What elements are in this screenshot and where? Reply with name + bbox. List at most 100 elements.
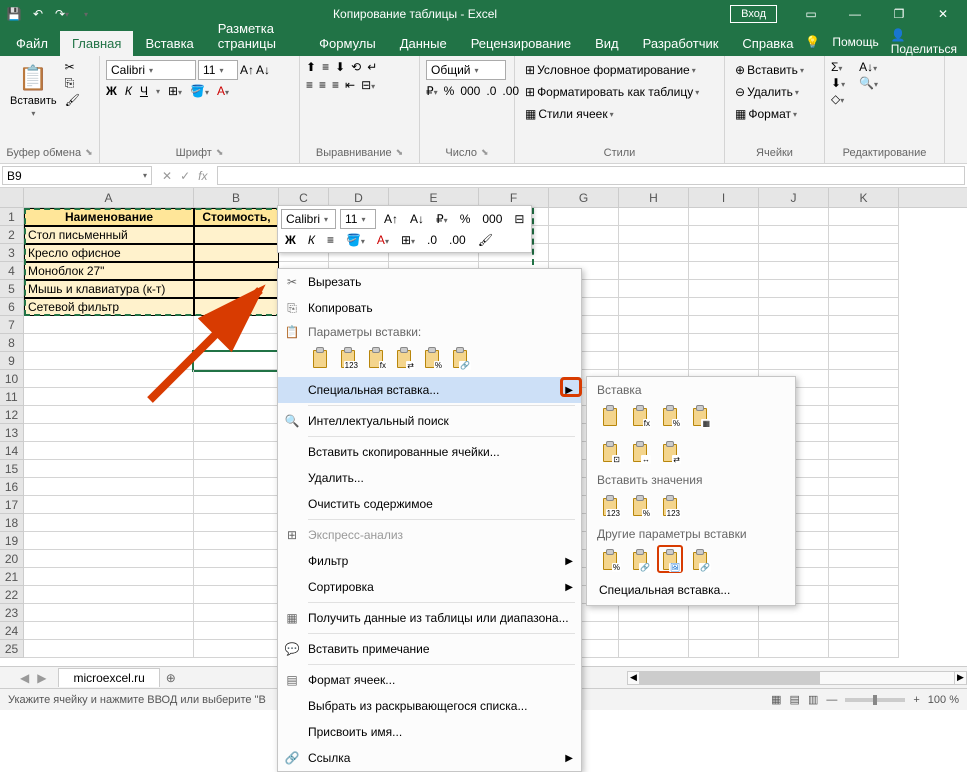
cell[interactable] bbox=[829, 622, 899, 640]
cell[interactable] bbox=[194, 442, 279, 460]
paste-formatting-icon[interactable]: % bbox=[420, 343, 444, 371]
tab-insert[interactable]: Вставка bbox=[133, 31, 205, 56]
cell[interactable]: Кресло офисное bbox=[24, 244, 194, 262]
minimize-icon[interactable]: — bbox=[835, 0, 875, 28]
cell[interactable] bbox=[194, 316, 279, 334]
cell[interactable] bbox=[829, 208, 899, 226]
tab-file[interactable]: Файл bbox=[4, 31, 60, 56]
cell[interactable] bbox=[194, 280, 279, 298]
align-left-icon[interactable]: ≡ bbox=[306, 78, 313, 92]
col-header[interactable]: J bbox=[759, 188, 829, 207]
cell[interactable]: Наименование bbox=[24, 208, 194, 226]
mini-shrink-font-icon[interactable]: A↓ bbox=[406, 210, 428, 228]
view-normal-icon[interactable]: ▦ bbox=[771, 693, 781, 706]
paste-values-icon[interactable]: 123 bbox=[336, 343, 360, 371]
cell[interactable] bbox=[759, 244, 829, 262]
tell-me-icon[interactable]: 💡 bbox=[805, 35, 820, 49]
indent-dec-icon[interactable]: ⇤ bbox=[345, 78, 355, 92]
cell[interactable] bbox=[24, 514, 194, 532]
find-icon[interactable]: 🔍▾ bbox=[859, 76, 878, 90]
redo-icon[interactable]: ↷▾ bbox=[54, 6, 70, 22]
cell[interactable] bbox=[24, 460, 194, 478]
align-right-icon[interactable]: ≡ bbox=[332, 78, 339, 92]
sub-paste-src-fmt-icon[interactable]: ▦ bbox=[687, 401, 713, 429]
border-icon[interactable]: ⊞▾ bbox=[168, 84, 182, 98]
cell[interactable] bbox=[619, 622, 689, 640]
sub-paste-transpose-icon[interactable]: ⇄ bbox=[657, 437, 683, 465]
mini-painter-icon[interactable]: 🖌 bbox=[474, 231, 497, 249]
cell[interactable] bbox=[194, 226, 279, 244]
cell[interactable] bbox=[759, 280, 829, 298]
sheet-nav-prev-icon[interactable]: ◀ bbox=[20, 671, 29, 685]
cell[interactable] bbox=[689, 280, 759, 298]
row-header[interactable]: 15 bbox=[0, 460, 24, 478]
align-top-icon[interactable]: ⬆ bbox=[306, 60, 316, 74]
cell[interactable] bbox=[619, 244, 689, 262]
paste-formulas-icon[interactable]: fx bbox=[364, 343, 388, 371]
view-page-icon[interactable]: ▤ bbox=[790, 693, 800, 706]
insert-cells-button[interactable]: ⊕ Вставить ▾ bbox=[731, 60, 808, 80]
italic-button[interactable]: К bbox=[125, 84, 132, 98]
number-launcher-icon[interactable]: ⬊ bbox=[481, 147, 489, 159]
cell[interactable] bbox=[24, 442, 194, 460]
cell[interactable]: Стол письменный bbox=[24, 226, 194, 244]
ctx-get-data[interactable]: ▦Получить данные из таблицы или диапазон… bbox=[278, 605, 581, 631]
ctx-paste-special[interactable]: Специальная вставка...▶ bbox=[278, 377, 581, 403]
align-bottom-icon[interactable]: ⬇ bbox=[335, 60, 345, 74]
row-header[interactable]: 18 bbox=[0, 514, 24, 532]
ctx-insert-copied[interactable]: Вставить скопированные ячейки... bbox=[278, 439, 581, 465]
sub-paste-all-icon[interactable] bbox=[597, 401, 623, 429]
cell[interactable] bbox=[194, 496, 279, 514]
cell[interactable] bbox=[194, 532, 279, 550]
font-size-combo[interactable]: 11▾ bbox=[198, 60, 238, 80]
fx-enter-icon[interactable]: ✓ bbox=[180, 169, 190, 183]
mini-merge-icon[interactable]: ⊟ bbox=[510, 210, 528, 228]
cell[interactable] bbox=[619, 262, 689, 280]
row-header[interactable]: 21 bbox=[0, 568, 24, 586]
align-middle-icon[interactable]: ≡ bbox=[322, 60, 329, 74]
shrink-font-icon[interactable]: A↓ bbox=[256, 63, 270, 77]
tab-view[interactable]: Вид bbox=[583, 31, 631, 56]
paste-link-icon[interactable]: 🔗 bbox=[448, 343, 472, 371]
row-header[interactable]: 14 bbox=[0, 442, 24, 460]
cell[interactable] bbox=[829, 406, 899, 424]
bold-button[interactable]: Ж bbox=[106, 84, 117, 98]
cell[interactable] bbox=[759, 622, 829, 640]
cell[interactable] bbox=[194, 244, 279, 262]
sheet-nav-next-icon[interactable]: ▶ bbox=[37, 671, 46, 685]
cell[interactable] bbox=[689, 298, 759, 316]
cell[interactable] bbox=[24, 604, 194, 622]
mini-border-icon[interactable]: ≡ bbox=[323, 231, 338, 249]
help-label[interactable]: Помощь bbox=[832, 35, 878, 49]
sub-paste-formulas-icon[interactable]: fx bbox=[627, 401, 653, 429]
cell[interactable] bbox=[759, 640, 829, 658]
tab-home[interactable]: Главная bbox=[60, 31, 133, 56]
cell[interactable] bbox=[829, 298, 899, 316]
font-launcher-icon[interactable]: ⬊ bbox=[216, 147, 224, 159]
ctx-format-cells[interactable]: ▤Формат ячеек... bbox=[278, 667, 581, 693]
row-header[interactable]: 4 bbox=[0, 262, 24, 280]
cell[interactable] bbox=[194, 640, 279, 658]
cell-styles-button[interactable]: ▦ Стили ячеек ▾ bbox=[521, 104, 618, 124]
orientation-icon[interactable]: ⟲ bbox=[351, 60, 361, 74]
fx-cancel-icon[interactable]: ✕ bbox=[162, 169, 172, 183]
cell[interactable] bbox=[829, 478, 899, 496]
mini-italic-button[interactable]: К bbox=[304, 231, 319, 249]
sub-special-dialog[interactable]: Специальная вставка... bbox=[591, 579, 791, 601]
cell[interactable] bbox=[759, 208, 829, 226]
mini-decdec-icon[interactable]: .00 bbox=[445, 231, 470, 249]
row-header[interactable]: 20 bbox=[0, 550, 24, 568]
cell[interactable] bbox=[24, 622, 194, 640]
percent-icon[interactable]: % bbox=[444, 84, 455, 98]
clipboard-launcher-icon[interactable]: ⬊ bbox=[85, 147, 93, 159]
cell[interactable] bbox=[24, 406, 194, 424]
tab-layout[interactable]: Разметка страницы bbox=[206, 16, 307, 56]
row-header[interactable]: 12 bbox=[0, 406, 24, 424]
row-header[interactable]: 11 bbox=[0, 388, 24, 406]
cell[interactable] bbox=[24, 352, 194, 370]
cell[interactable] bbox=[829, 514, 899, 532]
close-icon[interactable]: ✕ bbox=[923, 0, 963, 28]
mini-fill-icon[interactable]: 🪣▾ bbox=[342, 231, 369, 249]
share-button[interactable]: 👤 Поделиться bbox=[891, 28, 957, 56]
col-header[interactable]: G bbox=[549, 188, 619, 207]
